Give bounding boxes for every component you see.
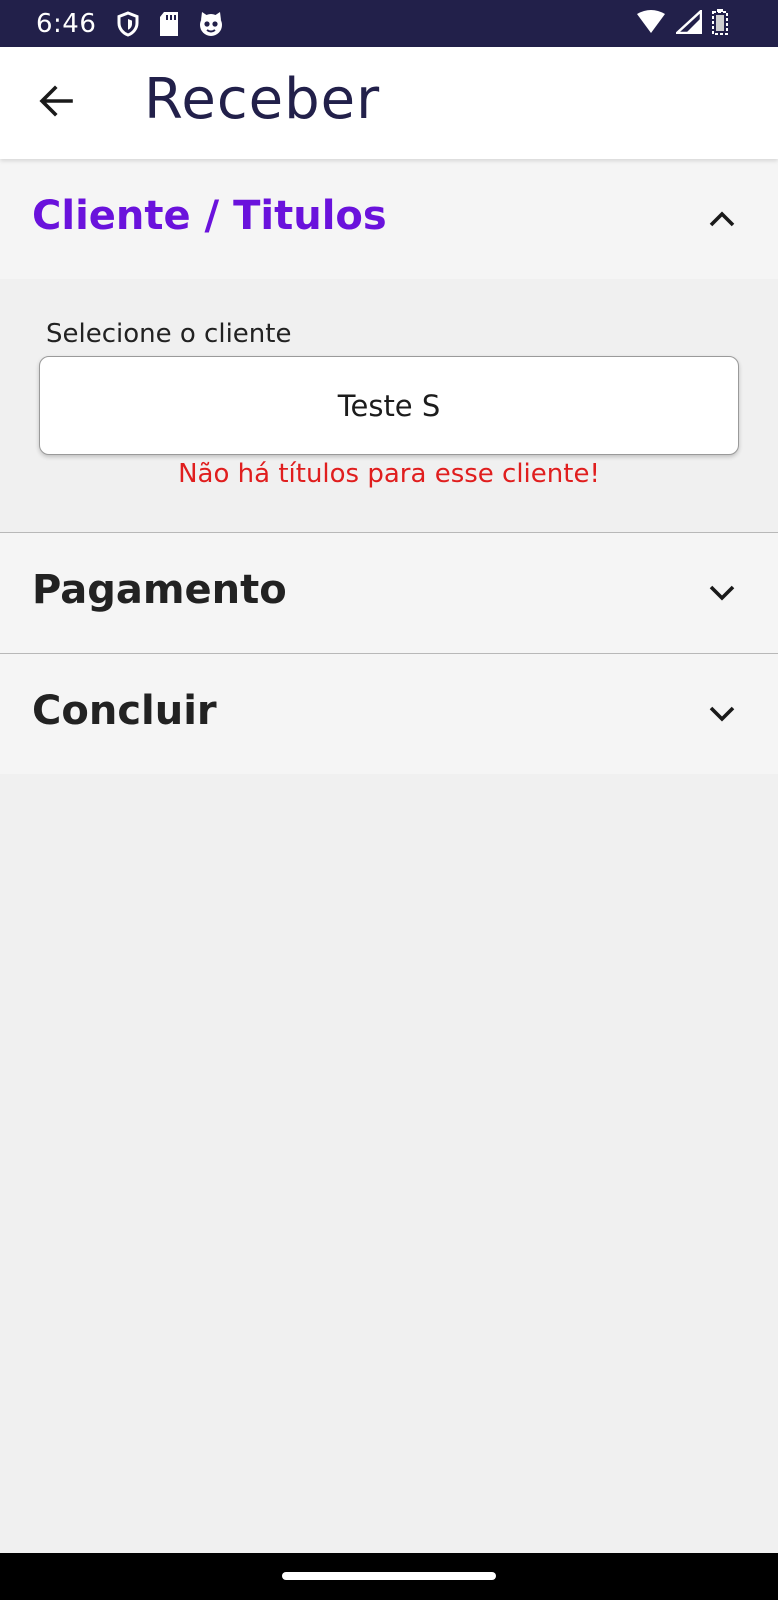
back-button[interactable] — [32, 79, 80, 127]
home-indicator[interactable] — [282, 1572, 496, 1580]
section-header-concluir[interactable]: Concluir — [0, 654, 778, 774]
shield-icon — [116, 10, 140, 37]
status-icons-right — [636, 0, 728, 47]
chevron-down-icon — [706, 577, 738, 609]
select-client-label: Selecione o cliente — [46, 319, 292, 349]
section-title-cliente-titulos: Cliente / Titulos — [32, 193, 387, 239]
client-select-field[interactable]: Teste S — [39, 356, 739, 455]
battery-icon — [712, 8, 728, 39]
section-title-pagamento: Pagamento — [32, 567, 287, 613]
section-title-concluir: Concluir — [32, 688, 217, 734]
chevron-up-icon — [706, 203, 738, 235]
section-body-cliente-titulos: Selecione o cliente Teste S Não há títul… — [0, 279, 778, 532]
status-bar: 6:46 — [0, 0, 778, 47]
section-header-cliente-titulos[interactable]: Cliente / Titulos — [0, 159, 778, 279]
signal-icon — [673, 7, 703, 38]
navigation-bar — [0, 1553, 778, 1600]
status-time: 6:46 — [36, 8, 97, 39]
page-title: Receber — [144, 67, 381, 132]
chevron-down-icon — [706, 698, 738, 730]
app-bar: Receber — [0, 47, 778, 159]
sd-card-icon — [158, 11, 180, 37]
section-header-pagamento[interactable]: Pagamento — [0, 533, 778, 653]
error-message: Não há títulos para esse cliente! — [178, 459, 600, 489]
arrow-left-icon — [38, 83, 74, 123]
cat-face-icon — [198, 11, 224, 37]
wifi-icon — [636, 9, 666, 38]
